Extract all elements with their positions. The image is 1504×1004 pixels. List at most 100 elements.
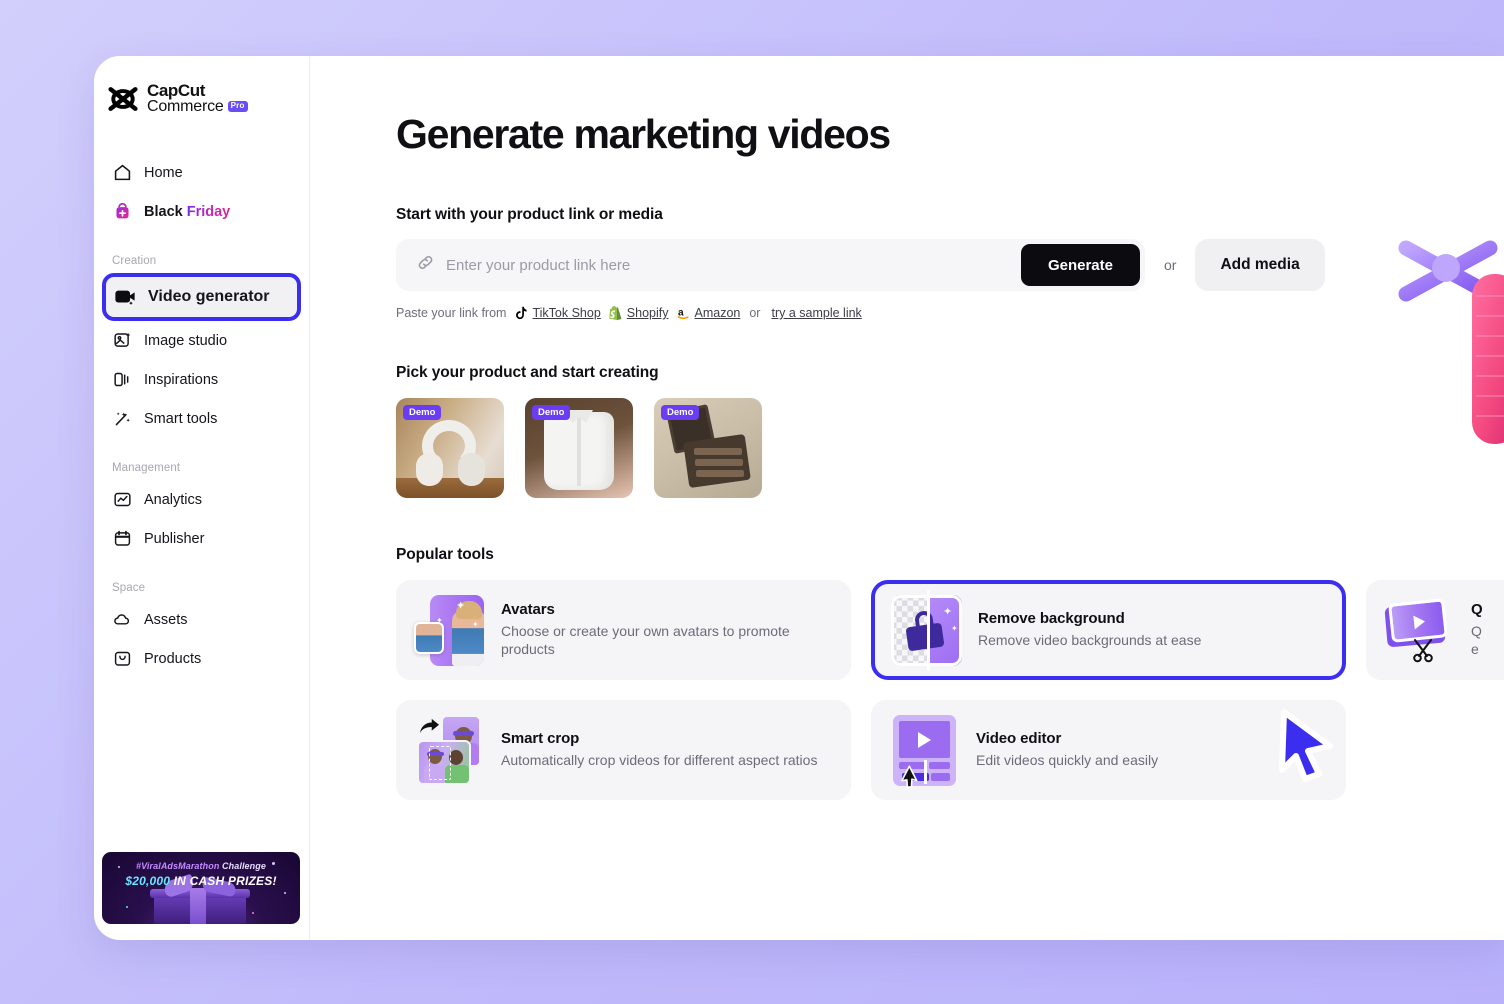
paste-or-label: or bbox=[749, 306, 761, 320]
calendar-icon bbox=[112, 529, 132, 549]
link-input-row: Generate or Add media bbox=[396, 239, 1504, 291]
tool-description: Q bbox=[1471, 623, 1482, 640]
demo-badge: Demo bbox=[532, 405, 571, 420]
sidebar-item-label: Products bbox=[144, 650, 202, 667]
promo-hashtag: #ViralAdsMarathon bbox=[136, 861, 220, 871]
tool-description: Remove video backgrounds at ease bbox=[978, 632, 1202, 649]
sidebar: CapCut Commerce Pro Home Black Friday Cr… bbox=[94, 56, 310, 940]
source-link-tiktok-shop[interactable]: TikTok Shop bbox=[514, 306, 601, 320]
generate-button[interactable]: Generate bbox=[1020, 244, 1140, 286]
sidebar-item-label: Publisher bbox=[144, 530, 205, 547]
tools-section: Popular tools ✦ ✦ ✦ Avatars Choose or cr… bbox=[396, 546, 1504, 800]
amazon-icon: a bbox=[677, 307, 689, 320]
products-section: Pick your product and start creating Dem… bbox=[396, 364, 1504, 498]
black-friday-word-black: Black bbox=[144, 203, 183, 220]
sidebar-item-label: Image studio bbox=[144, 332, 228, 349]
sidebar-item-products[interactable]: Products bbox=[104, 640, 299, 678]
source-link-shopify[interactable]: Shopify bbox=[609, 306, 669, 320]
tool-card-quick-edit[interactable]: Q Q e bbox=[1366, 580, 1504, 680]
tool-description: Automatically crop videos for different … bbox=[501, 752, 818, 769]
start-section-title: Start with your product link or media bbox=[396, 206, 663, 223]
magic-wand-icon bbox=[112, 409, 132, 429]
product-list: Demo Demo Demo bbox=[396, 398, 1504, 498]
remove-background-thumbnail: ✦ ✦ bbox=[891, 589, 962, 671]
promo-prize-text: IN CASH PRIZES! bbox=[170, 874, 277, 888]
sidebar-item-video-generator[interactable]: Video generator bbox=[102, 272, 301, 321]
scissors-icon bbox=[1413, 638, 1433, 662]
source-link-label: TikTok Shop bbox=[532, 306, 601, 320]
screenshot-root: CapCut Commerce Pro Home Black Friday Cr… bbox=[0, 0, 1504, 1004]
tool-title: Avatars bbox=[501, 601, 555, 619]
app-window: CapCut Commerce Pro Home Black Friday Cr… bbox=[94, 56, 1504, 940]
video-editor-thumbnail bbox=[889, 714, 960, 788]
sidebar-item-label: Black Friday bbox=[144, 204, 230, 220]
source-link-amazon[interactable]: a Amazon bbox=[677, 306, 740, 320]
avatars-thumbnail: ✦ ✦ ✦ bbox=[414, 594, 485, 666]
shopping-bag-icon bbox=[112, 202, 132, 222]
sidebar-item-label: Smart tools bbox=[144, 410, 218, 427]
sidebar-item-analytics[interactable]: Analytics bbox=[104, 481, 299, 519]
tool-card-smart-crop[interactable]: Smart crop Automatically crop videos for… bbox=[396, 700, 851, 800]
tool-description-line2: e bbox=[1471, 641, 1479, 657]
promo-line-1: #ViralAdsMarathon Challenge bbox=[102, 861, 300, 871]
tools-section-title: Popular tools bbox=[396, 546, 494, 563]
home-icon bbox=[112, 163, 132, 183]
sidebar-item-smart-tools[interactable]: Smart tools bbox=[104, 400, 299, 438]
tool-card-avatars[interactable]: ✦ ✦ ✦ Avatars Choose or create your own … bbox=[396, 580, 851, 680]
sidebar-nav: Home Black Friday Creation Video generat… bbox=[94, 154, 309, 678]
products-icon bbox=[112, 649, 132, 669]
tool-title: Smart crop bbox=[501, 730, 580, 748]
tool-card-remove-background[interactable]: ✦ ✦ Remove background Remove video backg… bbox=[871, 580, 1346, 680]
sidebar-item-label: Inspirations bbox=[144, 371, 219, 388]
sidebar-item-assets[interactable]: Assets bbox=[104, 601, 299, 639]
demo-badge: Demo bbox=[403, 405, 442, 420]
cloud-icon bbox=[112, 610, 132, 630]
page-title: Generate marketing videos bbox=[396, 111, 891, 157]
tool-card-video-editor[interactable]: Video editor Edit videos quickly and eas… bbox=[871, 700, 1346, 800]
logo-line-2: Commerce bbox=[147, 98, 224, 116]
product-card-headphones[interactable]: Demo bbox=[396, 398, 504, 498]
products-section-title: Pick your product and start creating bbox=[396, 364, 659, 381]
link-icon bbox=[416, 253, 435, 277]
tool-title: Q bbox=[1471, 601, 1483, 619]
sidebar-item-label: Analytics bbox=[144, 491, 203, 508]
promo-amount: $20,000 bbox=[125, 874, 171, 888]
tool-description: Edit videos quickly and easily bbox=[976, 752, 1159, 769]
sidebar-group-space-label: Space bbox=[112, 581, 146, 594]
sidebar-item-inspirations[interactable]: Inspirations bbox=[104, 361, 299, 399]
add-media-button[interactable]: Add media bbox=[1195, 239, 1325, 291]
start-section: Start with your product link or media Ge… bbox=[396, 206, 1504, 320]
brand-logo[interactable]: CapCut Commerce Pro bbox=[94, 56, 309, 116]
sidebar-item-home[interactable]: Home bbox=[104, 154, 299, 192]
tool-description: Choose or create your own avatars to pro… bbox=[501, 623, 790, 657]
tools-grid: ✦ ✦ ✦ Avatars Choose or create your own … bbox=[396, 580, 1504, 800]
sidebar-item-label: Video generator bbox=[148, 287, 270, 305]
tool-title: Remove background bbox=[978, 610, 1125, 628]
demo-badge: Demo bbox=[661, 405, 700, 420]
logo-line-1: CapCut bbox=[147, 81, 206, 100]
promo-challenge-word: Challenge bbox=[219, 861, 266, 871]
sidebar-item-publisher[interactable]: Publisher bbox=[104, 520, 299, 558]
product-card-eyeshadow-palette[interactable]: Demo bbox=[654, 398, 762, 498]
paste-sources-row: Paste your link from TikTok Shop Shopify… bbox=[396, 306, 1504, 320]
video-generator-icon bbox=[114, 286, 136, 308]
main-content: Generate marketing videos Start with you… bbox=[310, 56, 1504, 940]
product-card-white-shirt[interactable]: Demo bbox=[525, 398, 633, 498]
black-friday-word-friday: Friday bbox=[186, 203, 231, 220]
image-studio-icon bbox=[112, 331, 132, 351]
sidebar-item-label: Home bbox=[144, 164, 183, 181]
analytics-icon bbox=[112, 490, 132, 510]
try-sample-link[interactable]: try a sample link bbox=[771, 306, 861, 320]
pointer-icon bbox=[901, 764, 918, 788]
sidebar-item-label: Assets bbox=[144, 611, 188, 628]
sidebar-item-black-friday[interactable]: Black Friday bbox=[104, 193, 299, 231]
pro-badge: Pro bbox=[227, 101, 248, 112]
sidebar-group-management-label: Management bbox=[112, 461, 181, 474]
quick-edit-thumbnail bbox=[1384, 595, 1455, 666]
share-arrow-icon bbox=[419, 718, 439, 733]
inspirations-icon bbox=[112, 370, 132, 390]
smart-crop-thumbnail bbox=[414, 714, 485, 786]
promo-banner[interactable]: #ViralAdsMarathon Challenge $20,000 IN C… bbox=[102, 852, 300, 924]
product-link-field[interactable]: Generate bbox=[396, 239, 1145, 291]
sidebar-item-image-studio[interactable]: Image studio bbox=[104, 322, 299, 360]
